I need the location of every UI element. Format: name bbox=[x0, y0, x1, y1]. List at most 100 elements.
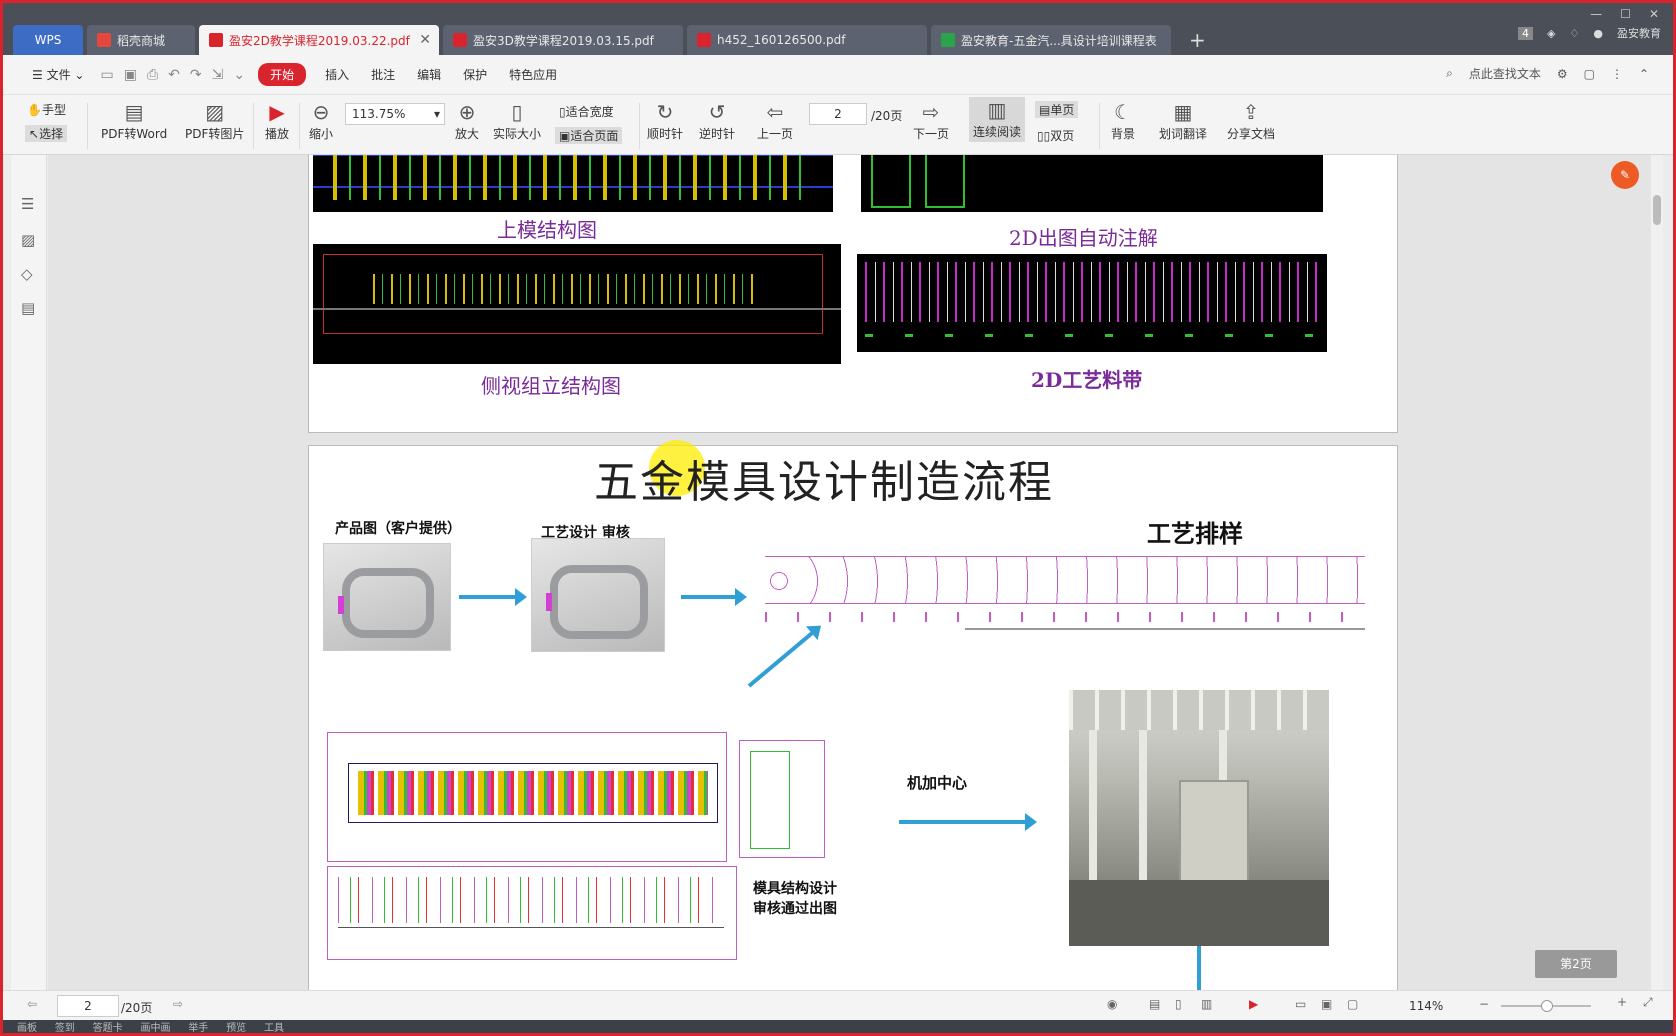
select-tool-button[interactable]: ↖ 选择 bbox=[25, 125, 68, 142]
tab-wps[interactable]: WPS bbox=[13, 25, 83, 55]
single-page-button[interactable]: ▤ 单页 bbox=[1035, 101, 1079, 118]
avatar[interactable]: ● bbox=[1593, 27, 1603, 40]
tab-doc-2[interactable]: 盈安3D教学课程2019.03.15.pdf bbox=[443, 25, 683, 55]
annotation-icon[interactable]: ▤ bbox=[21, 299, 35, 317]
more-icon[interactable]: ⌄ bbox=[228, 67, 250, 83]
fit-page-button[interactable]: ▣ 适合页面 bbox=[555, 127, 623, 144]
taskbar-item[interactable]: 画板 bbox=[17, 1023, 37, 1033]
menu-edit[interactable]: 编辑 bbox=[406, 66, 452, 83]
play-button[interactable]: ▶ 播放 bbox=[265, 99, 289, 142]
pdf-word-label: PDF转Word bbox=[101, 127, 168, 141]
add-tab-button[interactable]: + bbox=[1175, 25, 1220, 55]
close-window-icon[interactable]: ✕ bbox=[1649, 7, 1659, 21]
find-text-button[interactable]: 点此查找文本 bbox=[1469, 65, 1541, 82]
minimize-icon[interactable]: — bbox=[1590, 7, 1602, 21]
rotate-cw-button[interactable]: ↻ 顺时针 bbox=[647, 99, 683, 142]
tab-label: 盈安2D教学课程2019.03.22.pdf bbox=[229, 33, 410, 48]
status-page-total: /20页 bbox=[121, 1001, 153, 1015]
tab-docer-store[interactable]: 稻壳商城 bbox=[87, 25, 195, 55]
actual-size-button[interactable]: ▯ 实际大小 bbox=[493, 99, 541, 142]
status-page-input[interactable]: 2 bbox=[57, 995, 119, 1017]
kebab-icon[interactable]: ⋮ bbox=[1611, 67, 1623, 81]
undo-icon[interactable]: ↶ bbox=[163, 67, 185, 83]
fullscreen-icon[interactable]: ⤢ bbox=[1643, 995, 1653, 1010]
eye-icon[interactable]: ◉ bbox=[1107, 997, 1117, 1011]
save-icon[interactable]: ▣ bbox=[119, 67, 142, 83]
arrow-right-2 bbox=[681, 588, 747, 606]
user-name[interactable]: 盈安教育 bbox=[1617, 25, 1661, 41]
thumbnail-icon[interactable]: ▨ bbox=[21, 231, 35, 249]
fit-width-status-icon[interactable]: ▢ bbox=[1347, 997, 1358, 1011]
scrollbar-thumb[interactable] bbox=[1653, 195, 1661, 225]
pdf-image-label: PDF转图片 bbox=[185, 127, 245, 141]
bookmark-icon[interactable]: ◇ bbox=[21, 265, 33, 283]
fit-width-button[interactable]: ▯ 适合宽度 bbox=[559, 103, 614, 120]
menu-annotate[interactable]: 批注 bbox=[360, 66, 406, 83]
chat-bubble-icon[interactable]: ✎ bbox=[1611, 161, 1639, 189]
arrow-right-icon: ⇨ bbox=[922, 100, 940, 124]
hand-tool-button[interactable]: ✋ 手型 bbox=[27, 101, 66, 118]
tab-doc-1[interactable]: 盈安2D教学课程2019.03.22.pdf ✕ bbox=[199, 25, 439, 55]
continuous-read-button[interactable]: ▥ 连续阅读 bbox=[969, 97, 1026, 142]
tab-doc-4[interactable]: 盈安教育-五金汽...具设计培训课程表 bbox=[931, 25, 1171, 55]
prev-page-icon[interactable]: ⇦ bbox=[27, 997, 37, 1011]
fit-page-icon: ▣ bbox=[559, 128, 571, 143]
next-page-icon[interactable]: ⇨ bbox=[173, 997, 183, 1011]
skin-icon[interactable]: ◈ bbox=[1547, 27, 1555, 40]
window-count-badge[interactable]: 4 bbox=[1518, 26, 1534, 40]
share-label: 分享文档 bbox=[1227, 127, 1276, 141]
file-menu[interactable]: ☰ 文件 ⌄ bbox=[21, 66, 95, 83]
fit-page-status-icon[interactable]: ▣ bbox=[1321, 997, 1332, 1011]
taskbar-item[interactable]: 画中画 bbox=[140, 1023, 170, 1033]
document-viewport[interactable]: 上模结构图 2D出图自动注解 侧视组立结构图 2D工艺料带 五金模具设计制造流程… bbox=[48, 155, 1663, 990]
play-status-icon[interactable]: ▶ bbox=[1249, 997, 1258, 1011]
next-page-button[interactable]: ⇨ 下一页 bbox=[913, 99, 949, 142]
zoom-in-status-icon[interactable]: + bbox=[1617, 995, 1627, 1009]
taskbar-item[interactable]: 预览 bbox=[226, 1023, 246, 1033]
chevron-up-icon[interactable]: ⌃ bbox=[1639, 67, 1649, 81]
zoom-select[interactable]: 113.75% ▾ bbox=[345, 103, 445, 125]
menu-insert[interactable]: 插入 bbox=[314, 66, 360, 83]
zoom-slider-thumb[interactable] bbox=[1541, 1000, 1553, 1012]
prev-page-button[interactable]: ⇦ 上一页 bbox=[757, 99, 793, 142]
rotate-ccw-button[interactable]: ↺ 逆时针 bbox=[699, 99, 735, 142]
export-icon[interactable]: ⇲ bbox=[207, 67, 229, 83]
zoom-slider[interactable] bbox=[1501, 1000, 1591, 1012]
tab-doc-3[interactable]: h452_160126500.pdf bbox=[687, 25, 927, 55]
maximize-icon[interactable]: ☐ bbox=[1620, 7, 1631, 21]
status-zoom-value[interactable]: 114% bbox=[1409, 999, 1443, 1013]
pdf-to-word-button[interactable]: ▤ PDF转Word bbox=[101, 99, 167, 142]
pdf-to-image-button[interactable]: ▨ PDF转图片 bbox=[185, 99, 244, 142]
zoom-out-status-icon[interactable]: − bbox=[1479, 997, 1489, 1011]
menu-protect[interactable]: 保护 bbox=[452, 66, 498, 83]
close-icon[interactable]: ✕ bbox=[419, 32, 431, 48]
gear-icon[interactable]: ⚙ bbox=[1557, 67, 1568, 81]
shirt-icon[interactable]: ♢ bbox=[1570, 27, 1580, 40]
taskbar-item[interactable]: 工具 bbox=[264, 1023, 284, 1033]
docer-icon bbox=[97, 33, 111, 47]
open-icon[interactable]: ▭ bbox=[95, 67, 118, 83]
pdf-image-icon: ▨ bbox=[205, 100, 225, 124]
redo-icon[interactable]: ↷ bbox=[185, 67, 207, 83]
share-button[interactable]: ⇪ 分享文档 bbox=[1227, 99, 1275, 142]
page-input[interactable]: 2 bbox=[809, 103, 867, 125]
menu-special[interactable]: 特色应用 bbox=[498, 66, 568, 83]
taskbar-item[interactable]: 举手 bbox=[188, 1023, 208, 1033]
search-icon[interactable]: ⌕ bbox=[1446, 66, 1453, 81]
actual-size-status-icon[interactable]: ▭ bbox=[1295, 997, 1306, 1011]
double-view-icon[interactable]: ▥ bbox=[1201, 997, 1212, 1011]
taskbar-item[interactable]: 答题卡 bbox=[93, 1023, 123, 1033]
double-page-button[interactable]: ▯▯ 双页 bbox=[1037, 127, 1074, 144]
vertical-scrollbar[interactable] bbox=[1651, 155, 1663, 990]
comment-icon[interactable]: ▢ bbox=[1584, 67, 1595, 81]
menu-start[interactable]: 开始 bbox=[258, 63, 307, 86]
single-view-icon[interactable]: ▯ bbox=[1175, 997, 1182, 1011]
outline-icon[interactable]: ☰ bbox=[21, 195, 34, 213]
zoom-out-button[interactable]: ⊖ 缩小 bbox=[309, 99, 333, 142]
zoom-in-button[interactable]: ⊕ 放大 bbox=[455, 99, 479, 142]
print-icon[interactable]: ⎙ bbox=[142, 67, 163, 83]
translate-button[interactable]: ▦ 划词翻译 bbox=[1159, 99, 1207, 142]
taskbar-item[interactable]: 签到 bbox=[55, 1023, 75, 1033]
background-button[interactable]: ☾ 背景 bbox=[1111, 99, 1135, 142]
continuous-view-icon[interactable]: ▤ bbox=[1149, 997, 1160, 1011]
